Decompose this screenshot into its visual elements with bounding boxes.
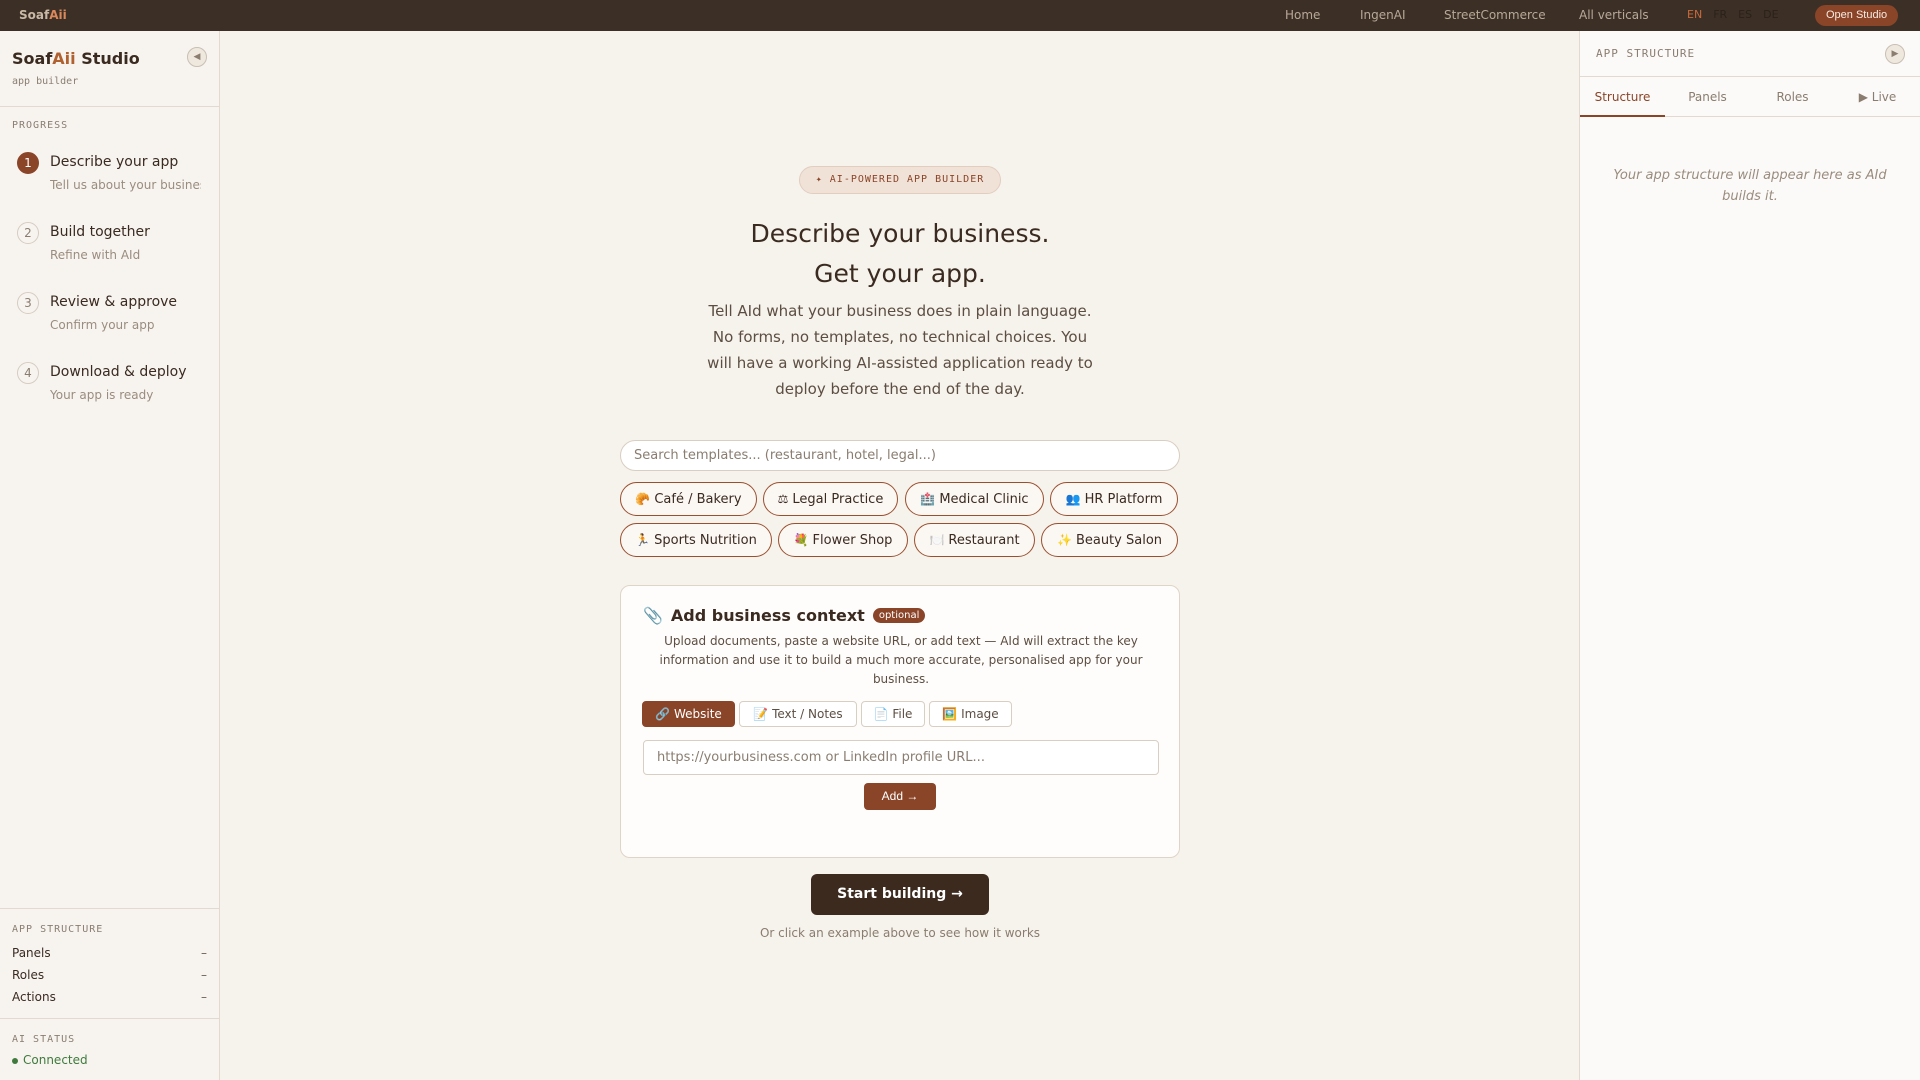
context-title: Add business context <box>670 606 865 625</box>
business-context-card: 📎 Add business context optional Upload d… <box>620 585 1180 858</box>
step-subtitle: Refine with AId <box>50 248 141 262</box>
status-dot-icon <box>12 1057 18 1064</box>
context-header: 📎 Add business context optional <box>643 606 926 625</box>
tab-live[interactable]: ▶ Live <box>1835 77 1920 117</box>
document-icon: 📄 <box>873 707 889 721</box>
language-switcher: EN FR ES DE <box>1687 8 1779 21</box>
sidebar-header: SoafAii Studio app builder <box>12 49 140 87</box>
picture-icon: 🖼️ <box>942 707 958 721</box>
step-title: Build together <box>50 224 150 240</box>
step-number: 4 <box>17 362 39 384</box>
app-structure-label: APP STRUCTURE <box>12 924 104 935</box>
template-chip-sports[interactable]: 🏃 Sports Nutrition <box>620 523 772 557</box>
step-number: 3 <box>17 292 39 314</box>
nav-streetcommerce[interactable]: StreetCommerce <box>1444 8 1584 22</box>
left-sidebar: SoafAii Studio app builder ◀ PROGRESS 1 … <box>0 31 220 1080</box>
nav-all-verticals[interactable]: All verticals <box>1579 8 1679 22</box>
lang-de[interactable]: DE <box>1763 8 1778 21</box>
runner-icon: 🏃 <box>635 533 651 547</box>
open-studio-button[interactable]: Open Studio <box>1815 5 1899 26</box>
structure-row-actions: Actions – <box>12 990 207 1004</box>
studio-subtitle: app builder <box>12 76 79 87</box>
scales-icon: ⚖ <box>777 492 789 506</box>
context-tab-text[interactable]: 📝 Text / Notes <box>739 701 857 727</box>
step-number: 2 <box>17 222 39 244</box>
lang-en[interactable]: EN <box>1687 8 1702 21</box>
lang-fr[interactable]: FR <box>1713 8 1727 21</box>
sidebar-ai-status: AI STATUS Connected <box>0 1018 219 1080</box>
hero-description: Tell AId what your business does in plai… <box>707 302 1093 398</box>
template-chip-flower[interactable]: 💐 Flower Shop <box>778 523 908 557</box>
collapse-sidebar-icon[interactable]: ◀ <box>187 47 207 67</box>
step-title: Download & deploy <box>50 364 187 380</box>
link-icon: 🔗 <box>655 707 671 721</box>
add-context-button[interactable]: Add → <box>864 783 936 810</box>
template-chip-cafe[interactable]: 🥐 Café / Bakery <box>620 482 757 516</box>
step-number: 1 <box>17 152 39 174</box>
nav-ingenai[interactable]: IngenAI <box>1360 8 1406 22</box>
hero-title: Describe your business. Get your app. <box>750 219 1050 288</box>
context-description: Upload documents, paste a website URL, o… <box>659 634 1143 686</box>
expand-panel-icon[interactable]: ▶ <box>1885 44 1905 64</box>
memo-icon: 📝 <box>753 707 769 721</box>
template-chip-legal[interactable]: ⚖ Legal Practice <box>763 482 898 516</box>
step-subtitle: Confirm your app <box>50 318 155 332</box>
ai-status-label: AI STATUS <box>12 1034 76 1045</box>
tab-roles[interactable]: Roles <box>1750 77 1835 117</box>
right-panel-title: APP STRUCTURE <box>1596 47 1696 60</box>
structure-row-panels: Panels – <box>12 946 207 960</box>
brand-logo[interactable]: SoafAii <box>19 8 67 22</box>
sparkles-icon: ✨ <box>1056 533 1072 547</box>
sidebar-app-structure: APP STRUCTURE Panels – Roles – Actions – <box>0 908 219 1018</box>
people-icon: 👥 <box>1065 492 1081 506</box>
structure-row-roles: Roles – <box>12 968 207 982</box>
ai-powered-badge: ✦ AI-POWERED APP BUILDER <box>799 166 1001 194</box>
start-building-button[interactable]: Start building → <box>811 874 989 915</box>
step-title: Review & approve <box>50 294 178 310</box>
paperclip-icon: 📎 <box>643 606 663 625</box>
step-subtitle: Your app is ready <box>50 388 154 402</box>
progress-label: PROGRESS <box>12 120 69 131</box>
top-bar: SoafAii Home IngenAI StreetCommerce All … <box>0 0 1920 31</box>
nav-home[interactable]: Home <box>1285 8 1320 22</box>
tab-structure[interactable]: Structure <box>1580 77 1665 117</box>
template-chip-medical[interactable]: 🏥 Medical Clinic <box>905 482 1044 516</box>
divider <box>0 106 219 107</box>
website-url-input[interactable] <box>643 740 1159 775</box>
step-subtitle: Tell us about your business <box>50 178 201 192</box>
ai-status-indicator: Connected <box>12 1053 88 1067</box>
template-chip-restaurant[interactable]: 🍽️ Restaurant <box>914 523 1035 557</box>
bouquet-icon: 💐 <box>793 533 809 547</box>
studio-title: SoafAii Studio <box>12 49 140 68</box>
context-tab-file[interactable]: 📄 File <box>861 701 925 727</box>
example-hint: Or click an example above to see how it … <box>759 926 1041 940</box>
structure-empty-state: Your app structure will appear here as A… <box>1613 168 1887 204</box>
template-chip-beauty[interactable]: ✨ Beauty Salon <box>1041 523 1178 557</box>
tab-panels[interactable]: Panels <box>1665 77 1750 117</box>
step-title: Describe your app <box>50 154 179 170</box>
context-tab-website[interactable]: 🔗 Website <box>642 701 735 727</box>
lang-es[interactable]: ES <box>1738 8 1752 21</box>
right-panel: APP STRUCTURE ▶ Structure Panels Roles ▶… <box>1579 31 1920 1080</box>
plate-icon: 🍽️ <box>929 533 945 547</box>
hospital-icon: 🏥 <box>920 492 936 506</box>
context-tab-image[interactable]: 🖼️ Image <box>929 701 1012 727</box>
right-panel-tabs: Structure Panels Roles ▶ Live <box>1580 77 1920 117</box>
croissant-icon: 🥐 <box>635 492 651 506</box>
template-chip-hr[interactable]: 👥 HR Platform <box>1050 482 1178 516</box>
optional-badge: optional <box>872 608 926 623</box>
template-search-input[interactable] <box>620 440 1180 471</box>
